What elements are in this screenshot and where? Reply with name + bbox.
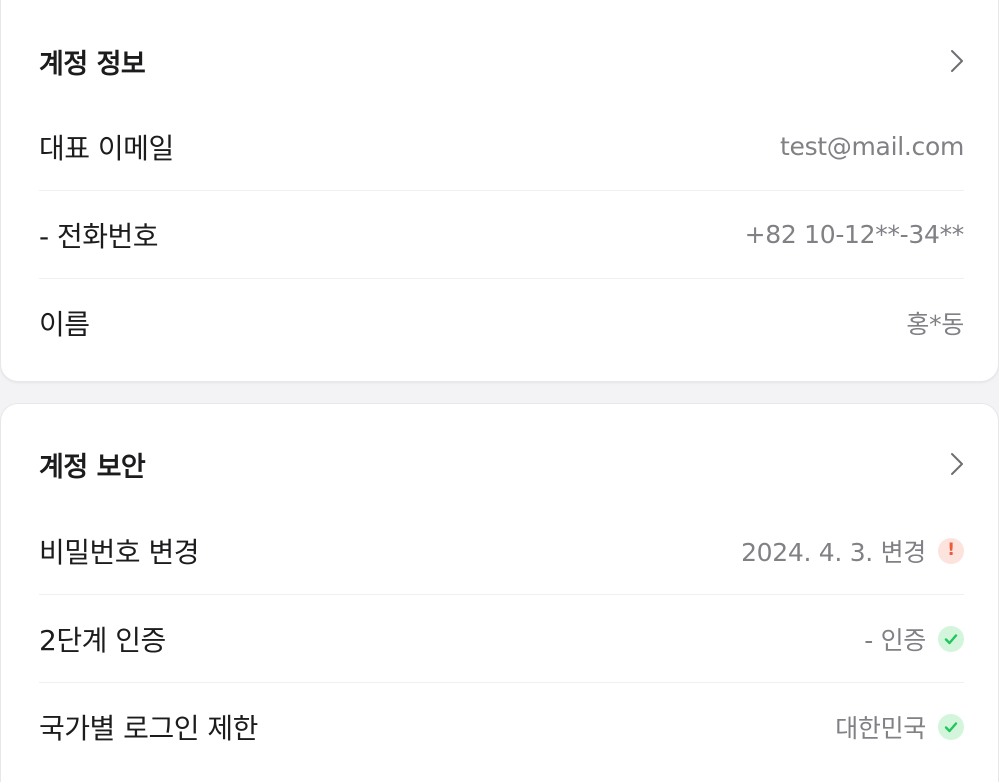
chevron-right-icon[interactable] [950, 49, 964, 73]
password-change-value-group: 2024. 4. 3. 변경 ! [741, 533, 964, 569]
country-login-restriction-label: 국가별 로그인 제한 [39, 712, 258, 745]
account-security-title: 계정 보안 [39, 451, 146, 483]
account-info-list: 대표 이메일 test@mail.com - 전화번호 +82 10-12**-… [39, 103, 964, 367]
account-security-header[interactable]: 계정 보안 [39, 442, 964, 486]
phone-value: +82 10-12**-34** [744, 220, 965, 249]
name-label: 이름 [39, 308, 90, 341]
email-label: 대표 이메일 [39, 131, 174, 165]
two-factor-value: - 인증 [864, 625, 926, 655]
chevron-right-icon[interactable] [950, 452, 964, 476]
phone-label: - 전화번호 [39, 219, 159, 253]
account-settings-page: 계정 정보 대표 이메일 test@mail.com - 전화번호 +82 10… [0, 0, 999, 782]
check-icon [938, 625, 964, 652]
password-change-label: 비밀번호 변경 [39, 535, 199, 569]
country-login-restriction-value-group: 대한민국 [835, 709, 964, 745]
account-info-title: 계정 정보 [39, 48, 146, 80]
name-row: 이름 홍*동 [39, 279, 964, 367]
password-change-row[interactable]: 비밀번호 변경 2024. 4. 3. 변경 ! [39, 507, 964, 595]
name-value: 홍*동 [906, 310, 964, 339]
account-info-card: 계정 정보 대표 이메일 test@mail.com - 전화번호 +82 10… [0, 0, 999, 382]
check-icon [938, 714, 964, 740]
warning-icon: ! [938, 537, 964, 564]
country-login-restriction-row[interactable]: 국가별 로그인 제한 대한민국 [39, 683, 964, 771]
two-factor-row[interactable]: 2단계 인증 - 인증 [39, 595, 964, 683]
two-factor-value-group: - 인증 [864, 621, 964, 657]
country-login-restriction-value: 대한민국 [835, 714, 926, 743]
phone-row: - 전화번호 +82 10-12**-34** [39, 191, 964, 279]
two-factor-label: 2단계 인증 [39, 623, 166, 657]
account-security-list: 비밀번호 변경 2024. 4. 3. 변경 ! 2단계 인증 - 인증 국가별… [39, 507, 964, 771]
password-change-value: 2024. 4. 3. 변경 [741, 537, 926, 567]
email-value: test@mail.com [779, 132, 964, 161]
email-row: 대표 이메일 test@mail.com [39, 103, 964, 191]
account-security-card: 계정 보안 비밀번호 변경 2024. 4. 3. 변경 ! 2단계 인증 - … [0, 403, 999, 782]
account-info-header[interactable]: 계정 정보 [39, 39, 964, 83]
